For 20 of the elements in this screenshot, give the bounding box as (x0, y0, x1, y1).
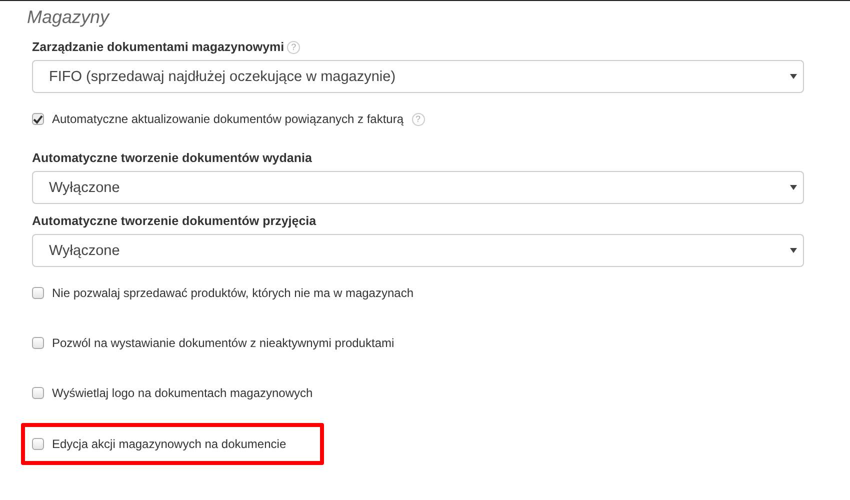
caret-icon (790, 74, 797, 79)
checkbox[interactable] (32, 438, 44, 450)
field-label: Automatyczne tworzenie dokumentów wydania (32, 151, 312, 165)
dropdown-field[interactable]: Wyłączone (32, 171, 804, 204)
checkbox-label: Pozwól na wystawianie dokumentów z nieaktywnymi produktami (52, 336, 394, 350)
dropdown-field[interactable]: FIFO (sprzedawaj najdłużej oczekujące w magazynie) (32, 60, 804, 93)
caret-icon (790, 185, 797, 190)
checkbox[interactable] (32, 337, 44, 349)
checkbox-label: Nie pozwalaj sprzedawać produktów, których nie ma w magazynach (52, 286, 414, 300)
checkbox-label: Edycja akcji magazynowych na dokumencie (52, 437, 286, 451)
field-label: Automatyczne tworzenie dokumentów przyjęcia (32, 214, 316, 228)
checkbox-label: Wyświetlaj logo na dokumentach magazynowych (52, 386, 313, 400)
caret-icon (790, 248, 797, 253)
dropdown-field[interactable]: Wyłączone (32, 234, 804, 267)
section-title: Magazyny (27, 7, 110, 28)
checkbox[interactable] (32, 113, 44, 125)
checkbox-label: Automatyczne aktualizowanie dokumentów powiązanych z fakturą (52, 112, 404, 126)
checkbox[interactable] (32, 387, 44, 399)
field-label: Zarządzanie dokumentami magazynowymi (32, 40, 284, 54)
checkbox[interactable] (32, 287, 44, 299)
